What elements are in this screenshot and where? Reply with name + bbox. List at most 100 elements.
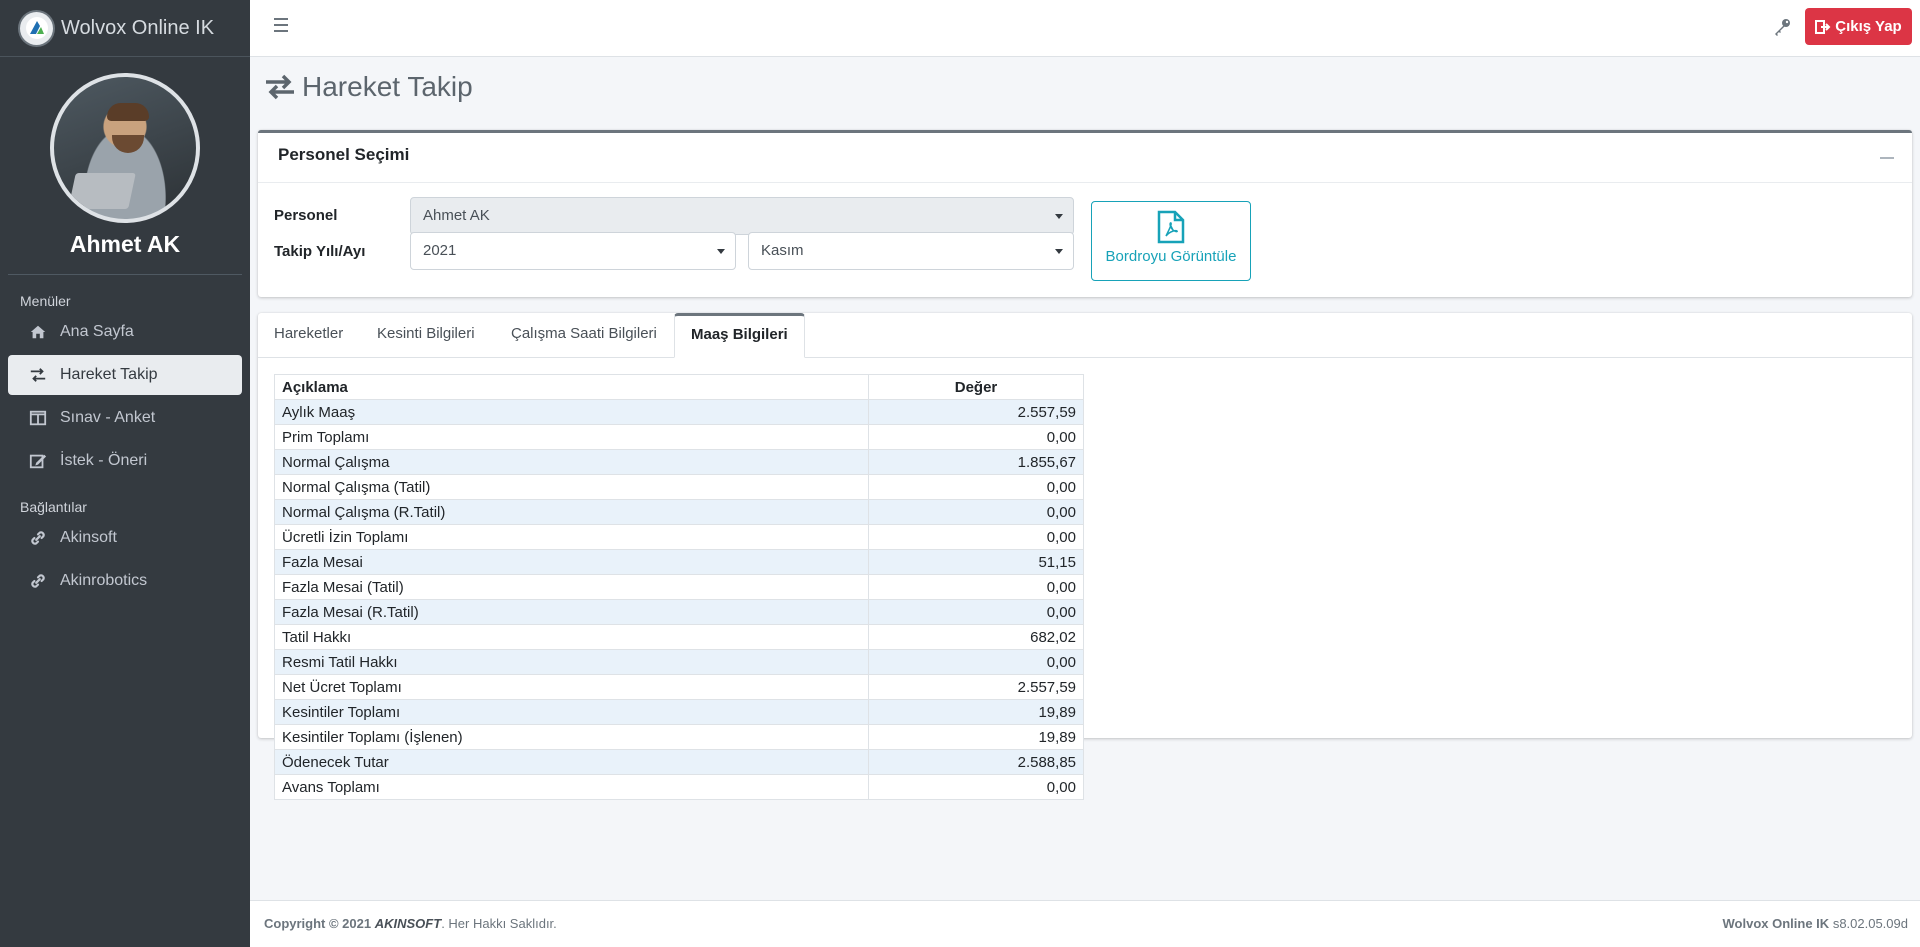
brand-link[interactable]: Wolvox Online IK xyxy=(0,0,250,57)
personel-select[interactable]: Ahmet AK xyxy=(410,197,1074,235)
tab-kesinti-bilgileri[interactable]: Kesinti Bilgileri xyxy=(361,313,491,358)
table-row: Fazla Mesai (R.Tatil) 0,00 xyxy=(274,599,1084,625)
sidebar-item-label: İstek - Öneri xyxy=(60,452,148,469)
version-text: s8.02.05.09d xyxy=(1832,916,1908,931)
table-row: Prim Toplamı 0,00 xyxy=(274,424,1084,450)
cell-aciklama: Kesintiler Toplamı xyxy=(274,699,869,725)
cell-aciklama: Normal Çalışma (Tatil) xyxy=(274,474,869,500)
cell-deger: 0,00 xyxy=(868,499,1084,525)
card-title: Personel Seçimi xyxy=(278,145,410,164)
cell-aciklama: Normal Çalışma (R.Tatil) xyxy=(274,499,869,525)
edit-icon xyxy=(28,451,48,471)
chevron-down-icon xyxy=(1055,249,1063,254)
avatar xyxy=(50,73,200,223)
chevron-down-icon xyxy=(1055,214,1063,219)
nav-header-links: Bağlantılar xyxy=(20,499,87,515)
table-row: Net Ücret Toplamı 2.557,59 xyxy=(274,674,1084,700)
table-row: Ücretli İzin Toplamı 0,00 xyxy=(274,524,1084,550)
columns-icon xyxy=(28,408,48,428)
logout-button[interactable]: Çıkış Yap xyxy=(1805,8,1912,45)
key-icon[interactable] xyxy=(1772,17,1792,37)
table-row: Resmi Tatil Hakkı 0,00 xyxy=(274,649,1084,675)
exchange-icon xyxy=(266,74,294,100)
cell-aciklama: Net Ücret Toplamı xyxy=(274,674,869,700)
sidebar: Wolvox Online IK Ahmet AK Menüler Ana Sa… xyxy=(0,0,250,947)
chevron-down-icon xyxy=(717,249,725,254)
sidebar-item-istek-oneri[interactable]: İstek - Öneri xyxy=(8,441,242,481)
sidebar-link-label: Akinrobotics xyxy=(60,572,148,589)
column-header-aciklama: Açıklama xyxy=(274,374,869,400)
table-row: Normal Çalışma (R.Tatil) 0,00 xyxy=(274,499,1084,525)
home-icon xyxy=(28,322,48,342)
user-panel: Ahmet AK xyxy=(0,57,250,258)
user-name: Ahmet AK xyxy=(69,231,181,257)
table-row: Normal Çalışma (Tatil) 0,00 xyxy=(274,474,1084,500)
company-logo-text: AKINSOFT xyxy=(374,916,442,931)
cell-aciklama: Fazla Mesai (R.Tatil) xyxy=(274,599,869,625)
top-navbar: Çıkış Yap xyxy=(250,0,1920,57)
cell-deger: 0,00 xyxy=(868,574,1084,600)
table-row: Kesintiler Toplamı (İşlenen) 19,89 xyxy=(274,724,1084,750)
exchange-icon xyxy=(28,365,48,385)
collapse-button[interactable] xyxy=(1880,157,1894,159)
tab-calisma-saati-bilgileri[interactable]: Çalışma Saati Bilgileri xyxy=(495,313,673,358)
table-row: Normal Çalışma 1.855,67 xyxy=(274,449,1084,475)
cell-deger: 0,00 xyxy=(868,649,1084,675)
cell-aciklama: Aylık Maaş xyxy=(274,399,869,425)
cell-deger: 0,00 xyxy=(868,774,1084,800)
column-header-deger: Değer xyxy=(868,374,1084,400)
footer-copyright: Copyright © 2021 AKINSOFT. Her Hakkı Sak… xyxy=(264,916,557,931)
cell-aciklama: Resmi Tatil Hakkı xyxy=(274,649,869,675)
cell-aciklama: Ödenecek Tutar xyxy=(274,749,869,775)
footer: Copyright © 2021 AKINSOFT. Her Hakkı Sak… xyxy=(250,900,1920,947)
details-card: Hareketler Kesinti Bilgileri Çalışma Saa… xyxy=(258,313,1912,800)
cell-deger: 0,00 xyxy=(868,524,1084,550)
cell-deger: 2.557,59 xyxy=(868,674,1084,700)
period-label: Takip Yılı/Ayı xyxy=(274,243,366,260)
personnel-selection-card: Personel Seçimi Personel Ahmet AK Takip … xyxy=(258,130,1912,297)
tab-bar: Hareketler Kesinti Bilgileri Çalışma Saa… xyxy=(258,313,1912,358)
sidebar-link-akinrobotics[interactable]: Akinrobotics xyxy=(8,561,242,601)
cell-aciklama: Kesintiler Toplamı (İşlenen) xyxy=(274,724,869,750)
pdf-file-icon xyxy=(1157,210,1185,244)
product-name: Wolvox Online IK xyxy=(1722,916,1830,931)
sidebar-item-label: Sınav - Anket xyxy=(60,409,156,426)
sidebar-item-label: Ana Sayfa xyxy=(60,323,134,340)
table-row: Tatil Hakkı 682,02 xyxy=(274,624,1084,650)
year-select[interactable]: 2021 xyxy=(410,232,736,270)
cell-deger: 19,89 xyxy=(868,699,1084,725)
table-row: Aylık Maaş 2.557,59 xyxy=(274,399,1084,425)
table-header-row: Açıklama Değer xyxy=(274,374,1084,400)
salary-table: Açıklama Değer Aylık Maaş 2.557,59 Prim To… xyxy=(274,374,1084,800)
sidebar-item-hareket-takip[interactable]: Hareket Takip xyxy=(8,355,242,395)
month-select[interactable]: Kasım xyxy=(748,232,1074,270)
personel-label: Personel xyxy=(274,207,338,224)
cell-deger: 682,02 xyxy=(868,624,1084,650)
sign-out-icon xyxy=(1815,19,1831,34)
tab-maas-bilgileri[interactable]: Maaş Bilgileri xyxy=(674,313,805,358)
sidebar-link-label: Akinsoft xyxy=(60,529,117,546)
sidebar-item-sinav-anket[interactable]: Sınav - Anket xyxy=(8,398,242,438)
view-payroll-button[interactable]: Bordroyu Görüntüle xyxy=(1091,201,1251,281)
hamburger-menu-icon[interactable] xyxy=(274,18,290,38)
cell-aciklama: Fazla Mesai xyxy=(274,549,869,575)
view-payroll-label: Bordroyu Görüntüle xyxy=(1105,248,1237,265)
page-title: Hareket Takip xyxy=(264,71,473,103)
cell-deger: 0,00 xyxy=(868,424,1084,450)
table-row: Kesintiler Toplamı 19,89 xyxy=(274,699,1084,725)
cell-aciklama: Fazla Mesai (Tatil) xyxy=(274,574,869,600)
cell-aciklama: Avans Toplamı xyxy=(274,774,869,800)
table-row: Fazla Mesai 51,15 xyxy=(274,549,1084,575)
tab-hareketler[interactable]: Hareketler xyxy=(258,313,359,358)
sidebar-item-ana-sayfa[interactable]: Ana Sayfa xyxy=(8,312,242,352)
personel-select-value: Ahmet AK xyxy=(423,207,490,224)
sidebar-link-akinsoft[interactable]: Akinsoft xyxy=(8,518,242,558)
brand-text: Wolvox Online IK xyxy=(61,16,215,39)
page-title-text: Hareket Takip xyxy=(302,71,473,102)
month-select-value: Kasım xyxy=(761,242,804,259)
nav-header-menus: Menüler xyxy=(20,293,71,309)
cell-deger: 1.855,67 xyxy=(868,449,1084,475)
rights-text: . Her Hakkı Saklıdır. xyxy=(441,916,557,931)
table-row: Ödenecek Tutar 2.588,85 xyxy=(274,749,1084,775)
main-content: Hareket Takip Personel Seçimi Personel A… xyxy=(250,57,1920,900)
